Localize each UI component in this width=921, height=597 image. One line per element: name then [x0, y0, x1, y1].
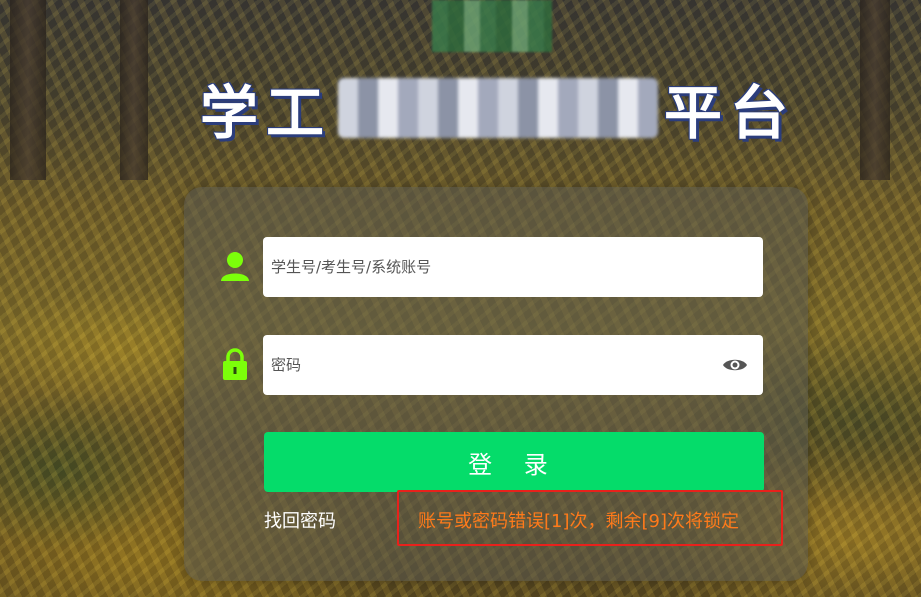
- background-tree: [860, 0, 890, 180]
- password-input[interactable]: [263, 335, 763, 395]
- page-title-redacted: [338, 78, 659, 138]
- user-icon: [221, 252, 249, 281]
- forgot-password-link[interactable]: 找回密码: [264, 507, 336, 533]
- lock-icon: [223, 348, 247, 380]
- login-error-message: 账号或密码错误[1]次，剩余[9]次将锁定: [418, 511, 739, 532]
- page-title: 学工 平台: [200, 68, 796, 148]
- background-tree: [120, 0, 148, 180]
- eye-icon[interactable]: [722, 355, 748, 375]
- page-title-end: 平台: [664, 79, 797, 147]
- login-button[interactable]: 登 录: [264, 432, 764, 492]
- school-logo-blurred: [432, 0, 552, 52]
- page-title-start: 学工: [200, 79, 333, 147]
- username-input[interactable]: [263, 237, 763, 297]
- background-tree: [10, 0, 46, 180]
